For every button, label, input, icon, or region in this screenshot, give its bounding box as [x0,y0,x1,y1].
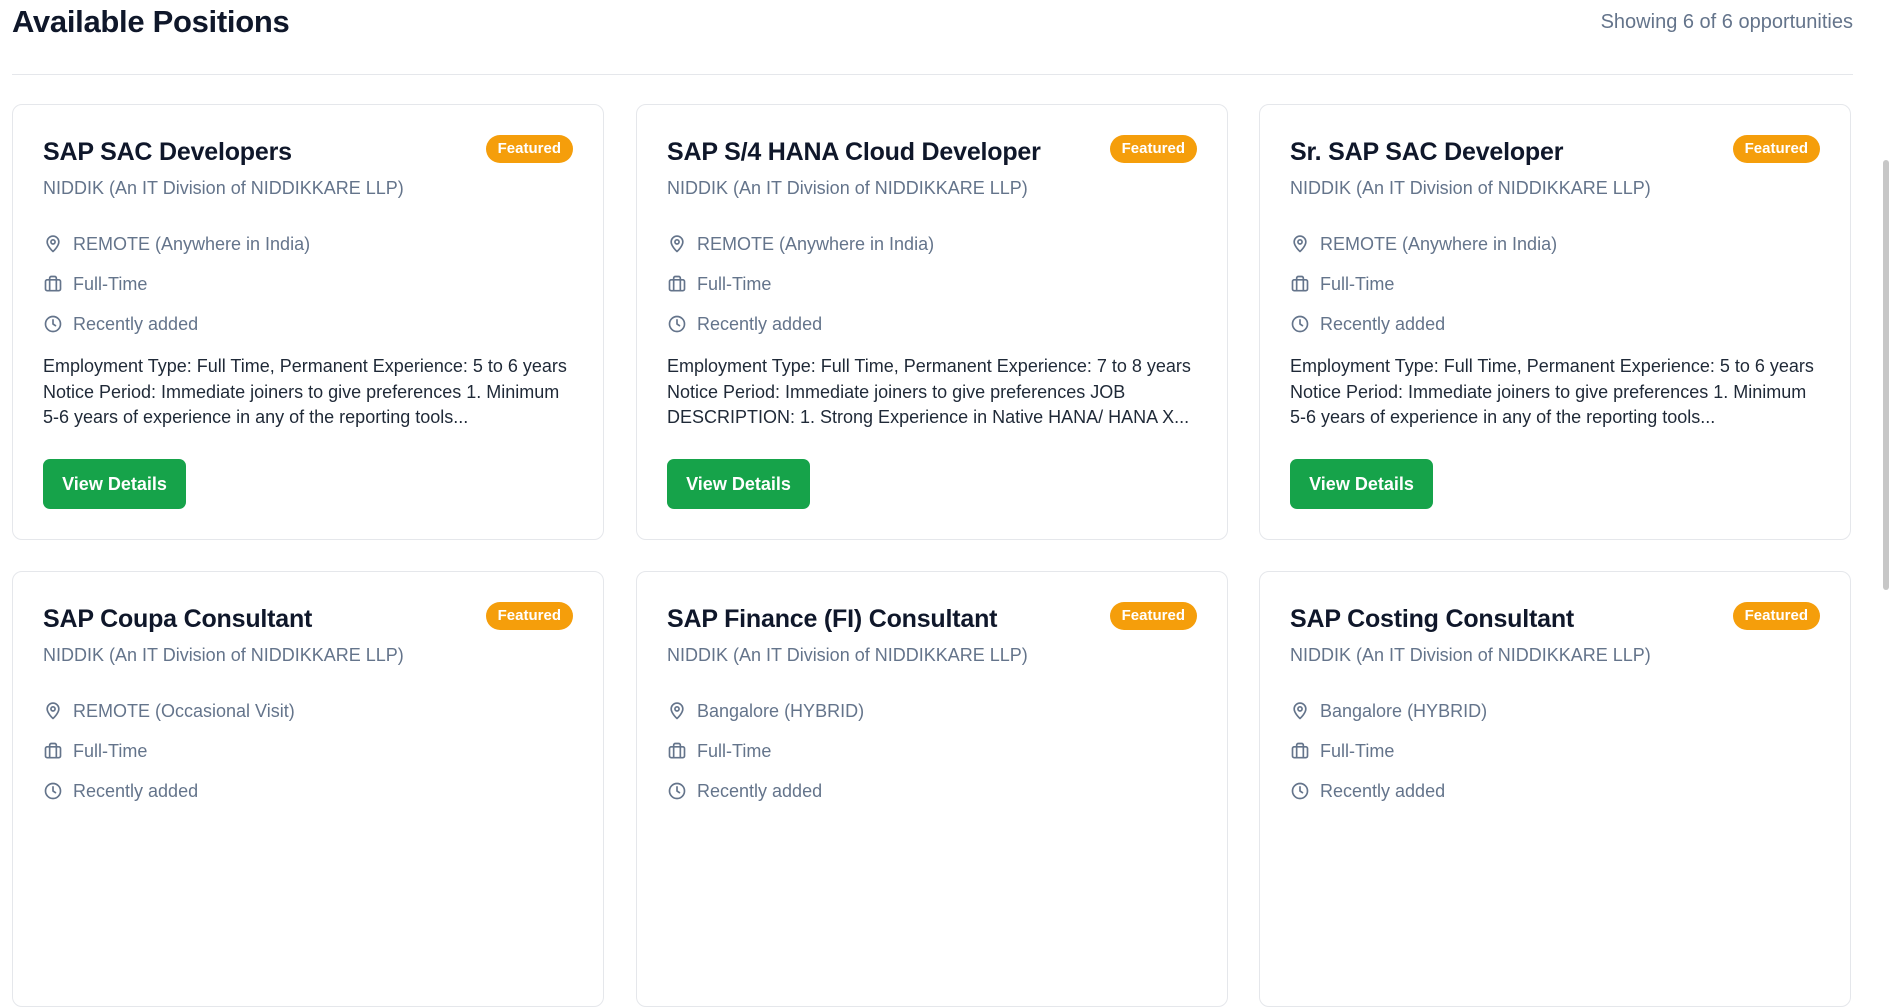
view-details-button[interactable]: View Details [667,459,810,509]
featured-badge: Featured [485,602,573,630]
job-location: REMOTE (Anywhere in India) [43,231,310,257]
results-count: Showing 6 of 6 opportunities [1600,11,1853,33]
job-location-text: REMOTE (Anywhere in India) [1320,233,1558,254]
briefcase-icon [1290,741,1310,761]
job-title: SAP S/4 HANA Cloud Developer [667,138,1041,166]
view-details-button[interactable]: View Details [1290,459,1433,509]
company-name: NIDDIK (An IT Division of NIDDIKKARE LLP… [667,178,1028,198]
briefcase-icon [1290,274,1310,294]
job-location-text: Bangalore (HYBRID) [1320,700,1488,721]
job-location: REMOTE (Occasional Visit) [43,698,295,724]
clock-icon [1290,314,1310,334]
job-posted: Recently added [667,778,822,804]
job-location-text: REMOTE (Anywhere in India) [697,233,935,254]
location-pin-icon [43,701,63,721]
job-type-text: Full-Time [73,273,148,294]
job-type-text: Full-Time [697,740,772,761]
job-posted-text: Recently added [73,313,199,334]
job-type: Full-Time [1290,738,1394,764]
featured-badge: Featured [485,135,573,163]
company-name: NIDDIK (An IT Division of NIDDIKKARE LLP… [43,178,404,198]
job-posted: Recently added [667,311,822,337]
company-name: NIDDIK (An IT Division of NIDDIKKARE LLP… [1290,178,1651,198]
job-posted-text: Recently added [73,780,199,801]
job-title: SAP Finance (FI) Consultant [667,605,998,633]
company-name: NIDDIK (An IT Division of NIDDIKKARE LLP… [1290,645,1651,665]
scrollbar[interactable] [1882,0,1890,827]
location-pin-icon [43,234,63,254]
job-posted: Recently added [43,778,198,804]
company-name: NIDDIK (An IT Division of NIDDIKKARE LLP… [43,645,404,665]
featured-badge: Featured [1109,602,1197,630]
job-type: Full-Time [43,271,147,297]
job-posted-text: Recently added [1320,313,1446,334]
briefcase-icon [43,274,63,294]
briefcase-icon [667,274,687,294]
clock-icon [43,314,63,334]
job-location: REMOTE (Anywhere in India) [667,231,934,257]
featured-badge: Featured [1109,135,1197,163]
positions-header: Available Positions Showing 6 of 6 oppor… [12,0,1853,75]
job-card: SAP Costing Consultant Featured NIDDIK (… [1259,571,1851,1007]
job-location: Bangalore (HYBRID) [667,698,864,724]
job-title: SAP Coupa Consultant [43,605,313,633]
job-type: Full-Time [667,271,771,297]
job-location: Bangalore (HYBRID) [1290,698,1487,724]
clock-icon [667,781,687,801]
job-type-text: Full-Time [1320,740,1395,761]
location-pin-icon [1290,234,1310,254]
clock-icon [667,314,687,334]
job-location: REMOTE (Anywhere in India) [1290,231,1557,257]
briefcase-icon [667,741,687,761]
job-posted: Recently added [1290,778,1445,804]
briefcase-icon [43,741,63,761]
page-title: Available Positions [12,4,290,39]
job-location-text: REMOTE (Occasional Visit) [73,700,295,721]
location-pin-icon [667,234,687,254]
job-type: Full-Time [667,738,771,764]
job-card: Sr. SAP SAC Developer Featured NIDDIK (A… [1259,104,1851,540]
job-posted-text: Recently added [1320,780,1446,801]
job-type-text: Full-Time [1320,273,1395,294]
job-posted: Recently added [43,311,198,337]
job-description: Employment Type: Full Time, Permanent Ex… [1290,356,1814,427]
view-details-button[interactable]: View Details [43,459,186,509]
featured-badge: Featured [1732,135,1820,163]
job-title: Sr. SAP SAC Developer [1290,138,1564,166]
job-card: SAP S/4 HANA Cloud Developer Featured NI… [636,104,1228,540]
job-title: SAP Costing Consultant [1290,605,1575,633]
job-location-text: REMOTE (Anywhere in India) [73,233,311,254]
job-posted: Recently added [1290,311,1445,337]
job-posted-text: Recently added [697,780,823,801]
company-name: NIDDIK (An IT Division of NIDDIKKARE LLP… [667,645,1028,665]
job-type-text: Full-Time [697,273,772,294]
job-type-text: Full-Time [73,740,148,761]
scrollbar-thumb[interactable] [1883,160,1889,590]
job-type: Full-Time [1290,271,1394,297]
featured-badge: Featured [1732,602,1820,630]
job-posted-text: Recently added [697,313,823,334]
job-description: Employment Type: Full Time, Permanent Ex… [43,356,567,427]
job-location-text: Bangalore (HYBRID) [697,700,865,721]
job-type: Full-Time [43,738,147,764]
clock-icon [43,781,63,801]
job-card: SAP Coupa Consultant Featured NIDDIK (An… [12,571,604,1007]
job-title: SAP SAC Developers [43,138,292,166]
location-pin-icon [667,701,687,721]
clock-icon [1290,781,1310,801]
job-description: Employment Type: Full Time, Permanent Ex… [667,356,1191,427]
job-card: SAP SAC Developers Featured NIDDIK (An I… [12,104,604,540]
location-pin-icon [1290,701,1310,721]
job-card: SAP Finance (FI) Consultant Featured NID… [636,571,1228,1007]
